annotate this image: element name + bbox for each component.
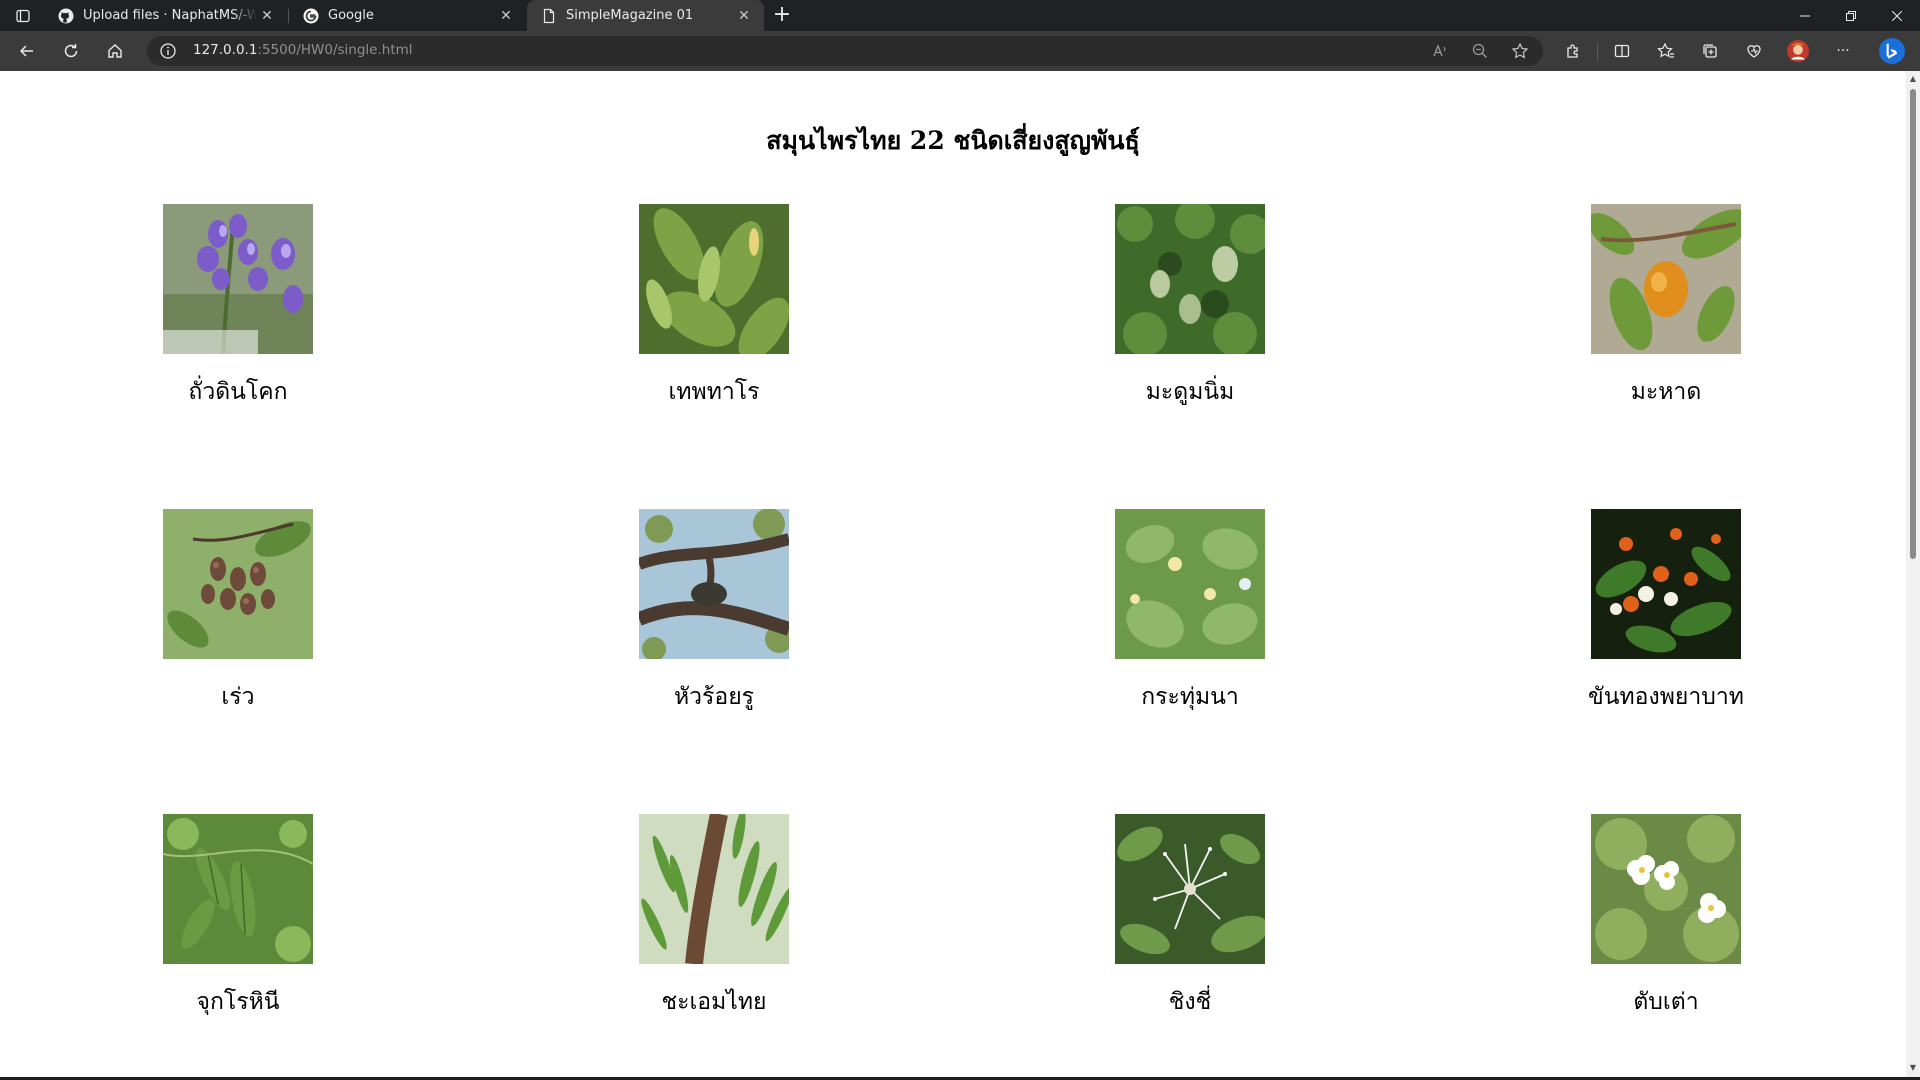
google-icon	[303, 8, 319, 24]
refresh-icon[interactable]	[56, 36, 86, 66]
browser-toolbar: 127.0.0.1:5500/HW0/single.html ···	[0, 31, 1920, 71]
browser-tab-bar: Upload files · NaphatMS/-Webd ✕ Google ✕…	[0, 0, 1920, 31]
page-icon	[541, 8, 557, 24]
herb-photo-fern-leaves	[639, 814, 789, 964]
tab-simplemagazine[interactable]: SimpleMagazine 01 ✕	[527, 0, 764, 31]
herb-card: ตับเต่า	[1516, 814, 1816, 1020]
close-tab-icon[interactable]: ✕	[734, 6, 754, 26]
close-tab-icon[interactable]: ✕	[496, 6, 516, 26]
herb-photo-green-pods	[163, 814, 313, 964]
tab-google[interactable]: Google ✕	[289, 0, 526, 31]
herb-card: เทพทาโร	[564, 204, 864, 410]
page-scrollbar[interactable]: ▲ ▼	[1906, 71, 1920, 1077]
herb-photo-leaves-flowers	[1115, 509, 1265, 659]
herb-name: ขันทองพยาบาท	[1588, 684, 1744, 710]
tab-actions-icon[interactable]	[12, 7, 34, 25]
page-viewport: สมุนไพรไทย 22 ชนิดเสี่ยงสูญพันธุ์ ถั่วดิ…	[0, 71, 1906, 1077]
split-screen-icon[interactable]	[1607, 36, 1637, 66]
herb-card: เร่ว	[88, 509, 388, 715]
favorite-star-icon[interactable]	[1511, 42, 1529, 60]
zoom-icon[interactable]	[1471, 42, 1489, 60]
github-icon	[58, 8, 74, 24]
herb-name: เทพทาโร	[668, 379, 760, 405]
info-icon[interactable]	[159, 42, 177, 60]
favorites-icon[interactable]	[1651, 36, 1681, 66]
home-icon[interactable]	[100, 36, 130, 66]
herb-card: ขันทองพยาบาท	[1516, 509, 1816, 715]
herb-name: มะดูมนิ่ม	[1145, 379, 1235, 405]
herb-photo-tree-branch	[639, 509, 789, 659]
new-tab-button[interactable]: +	[770, 4, 794, 28]
herb-name: ชะเอมไทย	[661, 989, 767, 1015]
herb-photo-white-flowers	[1591, 814, 1741, 964]
url-host: 127.0.0.1	[193, 42, 258, 58]
herb-photo-orange-berries	[1591, 509, 1741, 659]
herb-name: ตับเต่า	[1633, 989, 1699, 1015]
scroll-thumb[interactable]	[1910, 89, 1916, 559]
herb-photo-white-blossom	[1115, 814, 1265, 964]
close-window-icon[interactable]	[1874, 0, 1920, 31]
herb-name: กระทุ่มนา	[1141, 684, 1239, 710]
url-path: :5500/HW0/single.html	[257, 42, 413, 58]
copilot-icon[interactable]	[1877, 36, 1907, 66]
scroll-down-icon[interactable]: ▼	[1909, 1064, 1917, 1072]
tab-title: Upload files · NaphatMS/-Webd	[83, 8, 257, 23]
herb-name: จุกโรหินี	[196, 989, 280, 1015]
tab-upload-files[interactable]: Upload files · NaphatMS/-Webd ✕	[44, 0, 287, 31]
herb-name: หัวร้อยรู	[673, 684, 755, 710]
tab-title: SimpleMagazine 01	[566, 8, 694, 23]
read-aloud-icon[interactable]	[1431, 42, 1449, 60]
extensions-icon[interactable]	[1558, 36, 1588, 66]
herb-card: กระทุ่มนา	[1040, 509, 1340, 715]
collections-icon[interactable]	[1695, 36, 1725, 66]
restore-icon[interactable]	[1828, 0, 1874, 31]
herb-name: ถั่วดินโคก	[188, 379, 288, 405]
herb-name: ชิงชี่	[1168, 989, 1212, 1015]
herb-photo-purple-flower	[163, 204, 313, 354]
profile-avatar[interactable]	[1783, 36, 1813, 66]
toolbar-divider	[1597, 43, 1598, 61]
address-bar[interactable]: 127.0.0.1:5500/HW0/single.html	[147, 36, 1543, 66]
herb-card: มะหาด	[1516, 204, 1816, 410]
herb-card: ถั่วดินโคก	[88, 204, 388, 410]
herb-photo-brown-pods	[163, 509, 313, 659]
close-tab-icon[interactable]: ✕	[257, 6, 277, 26]
url-text: 127.0.0.1:5500/HW0/single.html	[193, 42, 413, 58]
herb-card: ชิงชี่	[1040, 814, 1340, 1020]
herb-card: หัวร้อยรู	[564, 509, 864, 715]
back-icon[interactable]	[12, 36, 42, 66]
scroll-up-icon[interactable]: ▲	[1909, 75, 1917, 83]
browser-essentials-icon[interactable]	[1739, 36, 1769, 66]
herb-name: มะหาด	[1630, 379, 1702, 405]
herb-card: จุกโรหินี	[88, 814, 388, 1020]
page-title: สมุนไพรไทย 22 ชนิดเสี่ยงสูญพันธุ์	[766, 126, 1140, 155]
herb-photo-green-fruits	[1115, 204, 1265, 354]
herb-card: มะดูมนิ่ม	[1040, 204, 1340, 410]
more-menu-icon[interactable]: ···	[1828, 36, 1858, 66]
tab-title: Google	[328, 8, 374, 23]
herb-photo-orange-fruit	[1591, 204, 1741, 354]
herb-name: เร่ว	[221, 684, 255, 710]
minimize-icon[interactable]	[1782, 0, 1828, 31]
herb-card: ชะเอมไทย	[564, 814, 864, 1020]
herb-photo-green-leaves	[639, 204, 789, 354]
